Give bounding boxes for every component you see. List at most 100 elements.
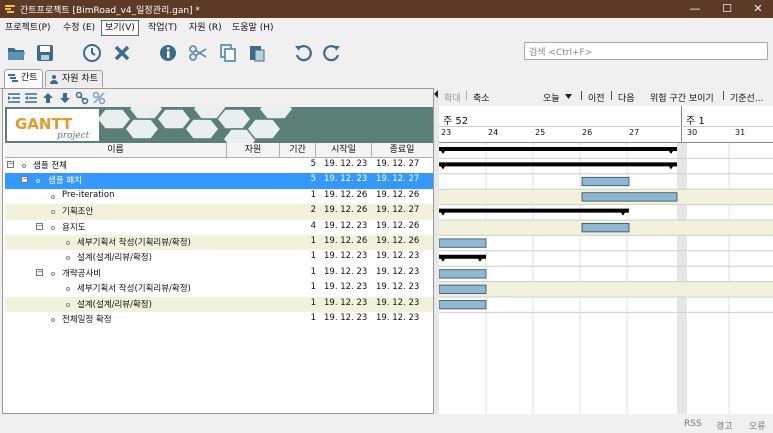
view-tabs: 간트 자원 차트 xyxy=(0,68,773,89)
menu-project[interactable]: 프로젝트(P) xyxy=(2,21,54,35)
zoom-out-button[interactable]: 축소 xyxy=(473,91,490,104)
day-label: 26 xyxy=(582,128,593,137)
copy-icon[interactable] xyxy=(218,43,238,63)
ganttproject-banner: GANTT project xyxy=(5,107,433,143)
task-row[interactable]: Pre-iteration 1 19. 12. 26 19. 12. 26 xyxy=(5,189,433,204)
day-label: 27 xyxy=(629,128,640,137)
today-button[interactable]: 오늘 xyxy=(543,91,560,104)
task-duration: 5 xyxy=(310,159,316,169)
task-name: 샘플 전체 xyxy=(33,161,67,171)
maximize-button[interactable]: ☐ xyxy=(712,1,742,17)
tab-resource-chart-label: 자원 차트 xyxy=(62,74,98,84)
errors-status[interactable]: 오류 xyxy=(749,419,766,432)
task-name: 설계(설계/리뷰/확정) xyxy=(77,299,152,310)
task-bullet-icon xyxy=(22,164,26,168)
menu-view[interactable]: 보기(V) xyxy=(101,20,139,36)
col-header-end[interactable]: 종료일 xyxy=(372,143,432,157)
task-row[interactable]: 설계(설계/리뷰/확정) 1 19. 12. 23 19. 12. 23 xyxy=(5,296,433,312)
timeline-toolbar: 확대 | 축소 오늘 | 이전 | 다음 위험 구간 보이기 | 기준선... xyxy=(439,88,773,106)
task-name: 샘플 패치 xyxy=(48,176,82,187)
resource-tab-icon xyxy=(50,75,58,84)
task-row[interactable]: − 용지도 4 19. 12. 23 19. 12. 26 xyxy=(5,220,433,235)
unindent-icon[interactable] xyxy=(7,91,21,105)
today-dropdown-icon[interactable] xyxy=(565,94,572,99)
task-row[interactable]: 전체일정 확정 1 19. 12. 23 19. 12. 23 xyxy=(5,312,433,327)
task-start: 19. 12. 23 xyxy=(324,266,368,277)
menu-task[interactable]: 작업(T) xyxy=(145,21,180,35)
task-row[interactable]: 기획조안 2 19. 12. 26 19. 12. 27 xyxy=(5,204,433,220)
next-button[interactable]: 다음 xyxy=(618,91,635,104)
task-end: 19. 12. 23 xyxy=(376,251,420,262)
save-icon[interactable] xyxy=(35,43,55,63)
collapse-toggle-icon[interactable]: − xyxy=(36,268,43,276)
link-icon[interactable] xyxy=(75,91,89,105)
collapse-toggle-icon[interactable]: − xyxy=(36,222,43,230)
col-header-duration[interactable]: 기간 xyxy=(280,143,316,157)
task-start: 19. 12. 23 xyxy=(324,251,368,262)
collapse-toggle-icon[interactable]: − xyxy=(7,161,14,168)
collapse-toggle-icon[interactable]: − xyxy=(21,176,28,184)
critical-path-button[interactable]: 위험 구간 보이기 xyxy=(650,91,714,104)
baseline-button[interactable]: 기준선... xyxy=(730,91,763,104)
history-clock-icon[interactable] xyxy=(82,43,102,63)
task-row[interactable]: − 개략공사비 1 19. 12. 23 19. 12. 23 xyxy=(5,266,433,281)
gantt-app-icon xyxy=(5,5,15,13)
task-row[interactable]: − 샘플 전체 5 19. 12. 23 19. 12. 27 xyxy=(5,158,433,173)
paste-icon[interactable] xyxy=(247,43,267,63)
task-bullet-icon xyxy=(51,271,55,276)
task-duration: 5 xyxy=(310,174,316,185)
search-input[interactable]: 검색 <Ctrl+F> xyxy=(524,42,768,60)
cut-scissors-icon[interactable] xyxy=(188,43,208,63)
day-label: 25 xyxy=(535,128,546,137)
task-row[interactable]: 설계(설계/리뷰/확정) 1 19. 12. 23 19. 12. 23 xyxy=(5,250,433,265)
task-end: 19. 12. 26 xyxy=(376,220,420,231)
tab-resource-chart[interactable]: 자원 차트 xyxy=(45,70,103,87)
day-label: 31 xyxy=(735,128,746,137)
rss-status[interactable]: RSS xyxy=(684,419,702,429)
menu-bar: 프로젝트(P) 수정 (E) 보기(V) 작업(T) 자원 (R) 도움말 (H… xyxy=(0,18,773,38)
move-up-icon[interactable] xyxy=(41,91,55,105)
tab-gantt[interactable]: 간트 xyxy=(4,69,43,88)
move-down-icon[interactable] xyxy=(58,91,72,105)
task-row-selected[interactable]: − 샘플 패치 5 19. 12. 23 19. 12. 27 xyxy=(5,173,433,189)
task-end: 19. 12. 23 xyxy=(376,282,420,293)
redo-icon[interactable] xyxy=(322,43,342,63)
minimize-button[interactable]: — xyxy=(680,1,710,17)
info-icon[interactable] xyxy=(158,43,178,63)
task-row[interactable]: 세부기획서 작성(기획리뷰/확정) 1 19. 12. 23 19. 12. 2… xyxy=(5,281,433,296)
task-duration: 2 xyxy=(310,205,316,216)
task-start: 19. 12. 26 xyxy=(324,236,368,246)
window-title: 간트프로젝트 [BimRoad_v4_일정관리.gan] * xyxy=(20,6,200,16)
summary-bar xyxy=(439,208,629,216)
timeline-header: 주 52 주 1 23 24 25 26 27 30 31 xyxy=(439,106,773,143)
status-bar: RSS 경고 오류 xyxy=(0,414,773,433)
task-duration: 1 xyxy=(310,282,316,293)
prev-button[interactable]: 이전 xyxy=(588,91,605,104)
indent-icon[interactable] xyxy=(24,91,38,105)
menu-help[interactable]: 도움말 (H) xyxy=(229,21,277,35)
banner-hexagon-graphic: GANTT project xyxy=(5,107,433,143)
menu-resource[interactable]: 자원 (R) xyxy=(186,21,225,35)
delete-icon[interactable] xyxy=(112,43,132,63)
zoom-in-button[interactable]: 확대 xyxy=(444,91,461,104)
col-header-resource[interactable]: 자원 xyxy=(227,143,280,157)
col-header-name[interactable]: 이름 xyxy=(5,143,227,157)
warnings-status[interactable]: 경고 xyxy=(716,419,733,432)
task-duration: 4 xyxy=(310,220,316,231)
task-bullet-icon xyxy=(66,256,70,261)
task-start: 19. 12. 23 xyxy=(324,313,368,323)
task-name: 세부기획서 작성(기획리뷰/확정) xyxy=(77,238,191,248)
task-start: 19. 12. 23 xyxy=(324,159,368,169)
task-row[interactable]: 세부기획서 작성(기획리뷰/확정) 1 19. 12. 26 19. 12. 2… xyxy=(5,235,433,251)
gantt-logo-subtext: project xyxy=(57,131,90,141)
menu-edit[interactable]: 수정 (E) xyxy=(60,21,98,35)
task-bullet-icon xyxy=(51,210,55,215)
open-folder-icon[interactable] xyxy=(6,43,26,63)
task-name: Pre-iteration xyxy=(62,189,115,200)
unlink-icon[interactable] xyxy=(92,91,106,105)
close-window-button[interactable]: ✕ xyxy=(743,1,773,17)
undo-icon[interactable] xyxy=(293,43,313,63)
task-bullet-icon xyxy=(36,179,40,184)
row-stripes xyxy=(439,189,773,297)
col-header-start[interactable]: 시작일 xyxy=(316,143,372,157)
